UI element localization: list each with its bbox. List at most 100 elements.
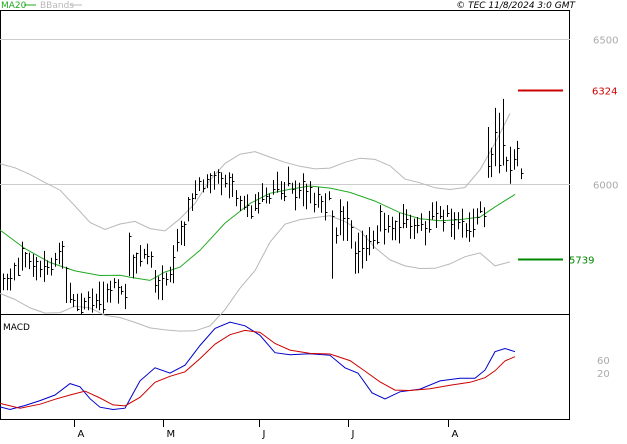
ohlc-bar [251, 205, 254, 219]
bbands-legend: BBands [40, 1, 74, 11]
ohlc-bar [392, 216, 395, 241]
ohlc-bar [218, 169, 221, 184]
ohlc-bar [173, 245, 176, 284]
ohlc-bar [192, 193, 195, 211]
ohlc-bar [440, 206, 443, 219]
ohlc-bar [81, 293, 84, 314]
macd-tick-label: 20 [597, 369, 610, 380]
ohlc-bar [495, 107, 498, 167]
ohlc-bar [170, 266, 173, 283]
ohlc-bar [266, 187, 269, 204]
ohlc-bar [499, 112, 502, 174]
resistance-level-label: 6324 [592, 87, 617, 98]
ohlc-bar [44, 250, 47, 282]
stock-chart: MA20 BBands © TEC 11/8/2024 3:0 GMT MACD… [0, 0, 627, 440]
ohlc-bar [92, 288, 95, 313]
price-levels: 6324 5739 [518, 87, 617, 267]
ohlc-bar [7, 273, 10, 291]
ohlc-bar [247, 194, 250, 217]
ohlc-bar [40, 260, 43, 278]
ohlc-bar [421, 213, 424, 231]
ohlc-bar [33, 254, 36, 277]
ohlc-bar [462, 208, 465, 238]
ohlc-bar [369, 227, 372, 256]
ohlc-bar [18, 257, 21, 276]
macd-lines [0, 321, 516, 411]
macd-line [0, 321, 516, 411]
ohlc-bar [410, 214, 413, 239]
ohlc-bar [373, 230, 376, 249]
ohlc-bar [277, 171, 280, 193]
price-bars [3, 98, 524, 314]
ohlc-bar [269, 193, 272, 204]
ohlc-bar [318, 187, 321, 208]
ohlc-bar [203, 179, 206, 193]
price-tick-label: 6000 [593, 181, 618, 192]
ohlc-bar [425, 221, 428, 246]
ohlc-bar [66, 266, 69, 303]
ohlc-bar [184, 221, 187, 246]
ohlc-bar [151, 251, 154, 268]
ohlc-bar [303, 173, 306, 207]
bollinger-bands [0, 113, 511, 332]
ohlc-bar [221, 172, 224, 196]
ohlc-bar [110, 280, 113, 303]
ohlc-bar [395, 220, 398, 241]
ohlc-bar [451, 208, 454, 237]
ohlc-bar [377, 225, 380, 245]
ohlc-bar [155, 270, 158, 293]
price-tick-label: 6500 [593, 36, 618, 47]
ohlc-bar [14, 262, 17, 281]
ohlc-bar [432, 202, 435, 220]
ohlc-bar [321, 195, 324, 213]
ohlc-bar [158, 276, 161, 300]
time-tick-label: J [351, 429, 355, 440]
ma20-legend: MA20 [1, 1, 27, 11]
time-tick-label: J [262, 429, 266, 440]
ohlc-bar [62, 241, 65, 269]
time-tick-label: A [78, 429, 85, 440]
ohlc-bar [514, 149, 517, 170]
ohlc-bar [59, 242, 62, 265]
ohlc-bar [147, 243, 150, 265]
ohlc-bar [114, 278, 117, 289]
ohlc-bar [129, 232, 132, 277]
ohlc-bar [306, 183, 309, 210]
ohlc-bar [347, 201, 350, 241]
ohlc-bar [121, 285, 124, 295]
ohlc-bar [491, 147, 494, 178]
macd-panel-frame [0, 314, 570, 420]
ohlc-bar [332, 210, 335, 279]
ohlc-bar [103, 281, 106, 314]
ohlc-bar [466, 223, 469, 238]
ohlc-bar [225, 174, 228, 188]
ohlc-bar [288, 166, 291, 187]
ohlc-bar [22, 241, 25, 271]
ohlc-bar [429, 210, 432, 233]
ohlc-bar [406, 209, 409, 228]
ohlc-bar [436, 201, 439, 228]
ohlc-bar [480, 201, 483, 213]
ohlc-bar [362, 230, 365, 269]
copyright-timestamp: © TEC 11/8/2024 3:0 GMT [456, 1, 576, 11]
ohlc-bar [136, 252, 139, 274]
ohlc-bar [51, 257, 54, 276]
ohlc-bar [510, 146, 513, 184]
ohlc-bar [236, 190, 239, 207]
ohlc-bar [195, 180, 198, 200]
ohlc-bar [506, 156, 509, 172]
macd-tick-label: 60 [597, 356, 610, 367]
ohlc-bar [469, 212, 472, 242]
ohlc-bar [240, 195, 243, 211]
bbands-lower [0, 215, 511, 332]
ohlc-bar [29, 252, 32, 270]
ohlc-bar [380, 205, 383, 232]
ohlc-bar [458, 212, 461, 230]
ohlc-bar [177, 228, 180, 252]
ohlc-bar [133, 254, 136, 279]
ohlc-bar [384, 212, 387, 245]
ohlc-bar [232, 173, 235, 197]
macd-panel-title: MACD [3, 323, 30, 333]
ohlc-bar [258, 192, 261, 214]
time-axis: AMJJA [74, 419, 459, 440]
